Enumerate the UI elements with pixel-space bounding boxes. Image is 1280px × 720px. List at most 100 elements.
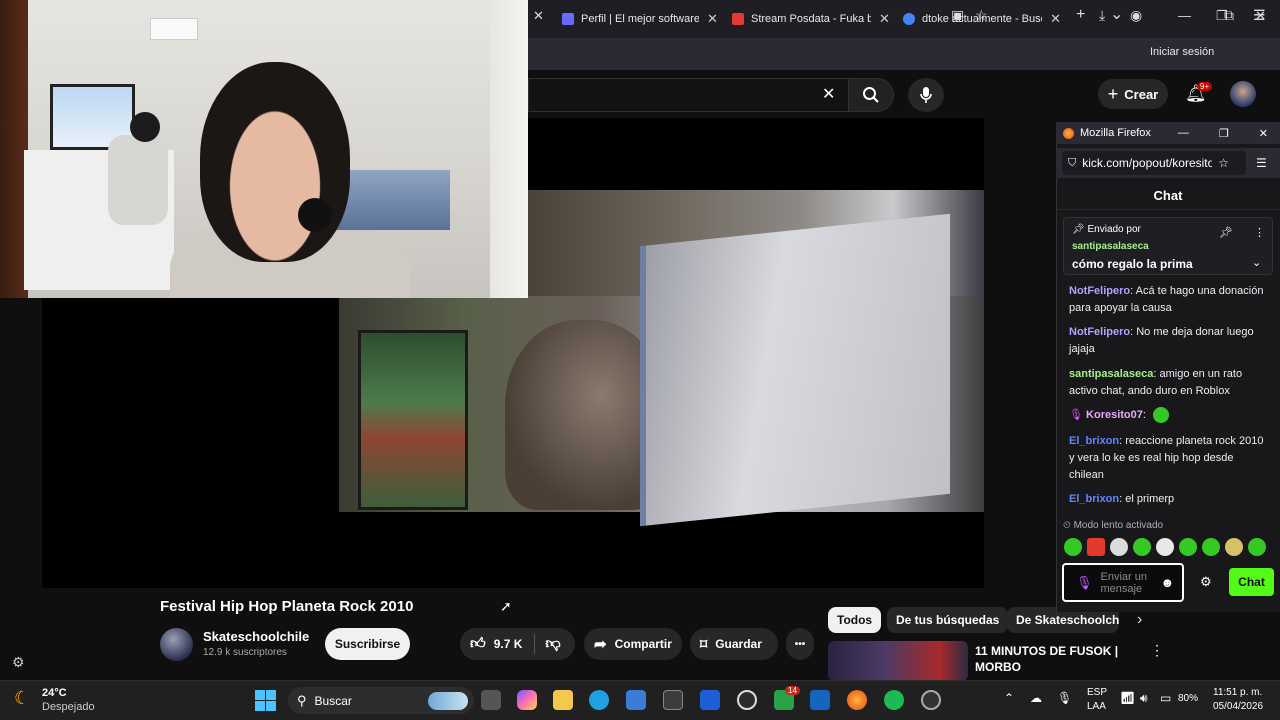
- reader-view-icon[interactable]: ▣: [951, 7, 964, 24]
- tab-list-button[interactable]: ⌄: [1110, 4, 1123, 24]
- bookmark-star-icon[interactable]: ☆: [1218, 156, 1229, 170]
- emote-icon[interactable]: [1179, 538, 1197, 556]
- edge-icon[interactable]: [589, 690, 609, 710]
- like-icon[interactable]: 👍︎: [470, 635, 486, 653]
- gear-icon[interactable]: ⚙: [12, 654, 25, 671]
- copilot-icon[interactable]: [517, 690, 537, 710]
- chat-username[interactable]: Koresito07: [1086, 409, 1143, 421]
- chatgpt-icon[interactable]: [737, 690, 757, 710]
- pin-icon[interactable]: 📌︎: [1219, 226, 1233, 239]
- emote-icon[interactable]: [1110, 538, 1128, 556]
- chevron-right-icon[interactable]: ›: [1137, 611, 1142, 629]
- outlook-icon[interactable]: [810, 690, 830, 710]
- weather-temp[interactable]: 24°C: [42, 687, 67, 699]
- more-actions-button[interactable]: •••: [786, 628, 814, 660]
- chevron-up-icon[interactable]: ⌃: [1004, 691, 1014, 705]
- gear-icon[interactable]: ⚙: [1200, 574, 1212, 590]
- sign-in-button[interactable]: Iniciar sesión: [1150, 46, 1214, 58]
- like-dislike-group: 👍︎ 9.7 K 👎︎: [460, 628, 575, 660]
- volume-icon[interactable]: 🔊︎: [1140, 691, 1148, 706]
- emote-icon[interactable]: [1064, 538, 1082, 556]
- minimize-button[interactable]: —: [1178, 8, 1191, 23]
- language-indicator[interactable]: ESP: [1087, 687, 1107, 698]
- chevron-down-icon[interactable]: ⌄: [1252, 256, 1261, 269]
- emote-icon[interactable]: [1202, 538, 1220, 556]
- chat-username[interactable]: El_brixon: [1069, 493, 1119, 505]
- search-button[interactable]: [848, 78, 894, 112]
- tab-label: Stream Posdata - Fuka by el: [751, 13, 871, 25]
- chat-username[interactable]: El_brixon: [1069, 435, 1119, 447]
- popout-close-button[interactable]: ✕: [1259, 127, 1268, 140]
- recommended-thumbnail[interactable]: [828, 641, 968, 681]
- chip-de-tus-busquedas[interactable]: De tus búsquedas: [887, 607, 1009, 633]
- weather-moon-icon[interactable]: ☾: [14, 688, 30, 709]
- chat-username[interactable]: NotFelipero: [1069, 285, 1130, 297]
- bookmark-icon: ⌑: [700, 635, 708, 652]
- file-explorer-icon[interactable]: [553, 690, 573, 710]
- close-tab-icon[interactable]: ✕: [707, 11, 718, 27]
- pinned-label-text: Enviado por: [1087, 224, 1141, 235]
- clear-search-icon[interactable]: ✕: [822, 84, 835, 104]
- chat-username[interactable]: NotFelipero: [1069, 326, 1130, 338]
- new-tab-button[interactable]: +: [1076, 6, 1085, 24]
- chat-text: :: [1142, 409, 1146, 421]
- windows-start-icon[interactable]: [255, 690, 276, 711]
- chat-send-button[interactable]: Chat: [1229, 568, 1274, 596]
- emote-icon[interactable]: [1248, 538, 1266, 556]
- menu-icon[interactable]: ☰: [1256, 156, 1267, 170]
- menu-icon[interactable]: ☰: [1253, 7, 1266, 24]
- channel-avatar[interactable]: [160, 628, 193, 661]
- popout-url-field[interactable]: ⛉ kick.com/popout/koresito ☆: [1062, 151, 1246, 175]
- dislike-icon[interactable]: 👎︎: [545, 635, 560, 653]
- popout-minimize-button[interactable]: —: [1178, 127, 1189, 139]
- voice-search-button[interactable]: [908, 78, 944, 112]
- recommended-title[interactable]: 11 MINUTOS DE FUSOK | MORBO: [975, 643, 1125, 675]
- battery-icon[interactable]: ▭: [1160, 691, 1171, 705]
- chat-message-input[interactable]: 🎙︎ Enviar un mensaje ☻: [1062, 563, 1184, 602]
- save-button[interactable]: ⌑ Guardar: [690, 628, 778, 660]
- xbox-badge: 14: [785, 686, 800, 695]
- start-tile: [255, 690, 265, 700]
- channel-name[interactable]: Skateschoolchile: [203, 629, 309, 644]
- account-icon: ◉: [1130, 7, 1143, 23]
- emote-icon[interactable]: [1133, 538, 1151, 556]
- store-icon[interactable]: [626, 690, 646, 710]
- emote-icon[interactable]: [1156, 538, 1174, 556]
- close-tab-icon[interactable]: ✕: [879, 11, 890, 27]
- more-vertical-icon[interactable]: ⋮: [1254, 226, 1265, 239]
- pinned-user[interactable]: santipasalaseca: [1072, 241, 1149, 252]
- onedrive-icon[interactable]: ☁: [1030, 691, 1042, 705]
- close-tab-icon[interactable]: ✕: [533, 8, 544, 24]
- spotify-icon[interactable]: [884, 690, 904, 710]
- chat-username[interactable]: santipasalaseca: [1069, 368, 1153, 380]
- close-tab-icon[interactable]: ✕: [1050, 11, 1061, 27]
- emoji-icon[interactable]: ☻: [1161, 575, 1175, 590]
- vscode-icon[interactable]: [700, 690, 720, 710]
- task-view-icon[interactable]: [481, 690, 501, 710]
- popout-maximize-button[interactable]: ❐: [1219, 127, 1229, 140]
- emote-icon[interactable]: [1225, 538, 1243, 556]
- firefox-icon[interactable]: [847, 690, 867, 710]
- app-icon[interactable]: [921, 690, 941, 710]
- tab-favicon: [562, 13, 574, 25]
- bookmark-star-icon[interactable]: ☆: [975, 7, 988, 24]
- search-input[interactable]: [528, 78, 848, 112]
- share-button[interactable]: ➦ Compartir: [584, 628, 682, 660]
- emote-icon[interactable]: [1087, 538, 1105, 556]
- chip-todos[interactable]: Todos: [828, 607, 882, 633]
- downloads-icon[interactable]: ⤓: [1099, 7, 1105, 24]
- wifi-icon[interactable]: 📶︎: [1120, 691, 1135, 705]
- app-icon[interactable]: [663, 690, 683, 710]
- tab-stream-posdata[interactable]: Stream Posdata - Fuka by el ✕: [732, 6, 890, 32]
- extensions-icon[interactable]: ⧉: [1224, 7, 1234, 24]
- taskbar-search[interactable]: ⚲ Buscar: [288, 687, 474, 714]
- microphone-icon[interactable]: 🎙︎: [1057, 691, 1072, 705]
- recommendation-menu-icon[interactable]: ⋮: [1150, 642, 1164, 659]
- microphone-icon: [920, 87, 932, 103]
- subscribe-button[interactable]: Suscribirse: [325, 628, 410, 660]
- like-count[interactable]: 9.7 K: [494, 637, 523, 651]
- create-button[interactable]: + Crear: [1098, 79, 1168, 109]
- clock-time[interactable]: 11:51 p. m.: [1213, 687, 1262, 698]
- tab-perfil[interactable]: Perfil | El mejor software par ✕: [562, 6, 718, 32]
- user-avatar[interactable]: [1230, 81, 1256, 107]
